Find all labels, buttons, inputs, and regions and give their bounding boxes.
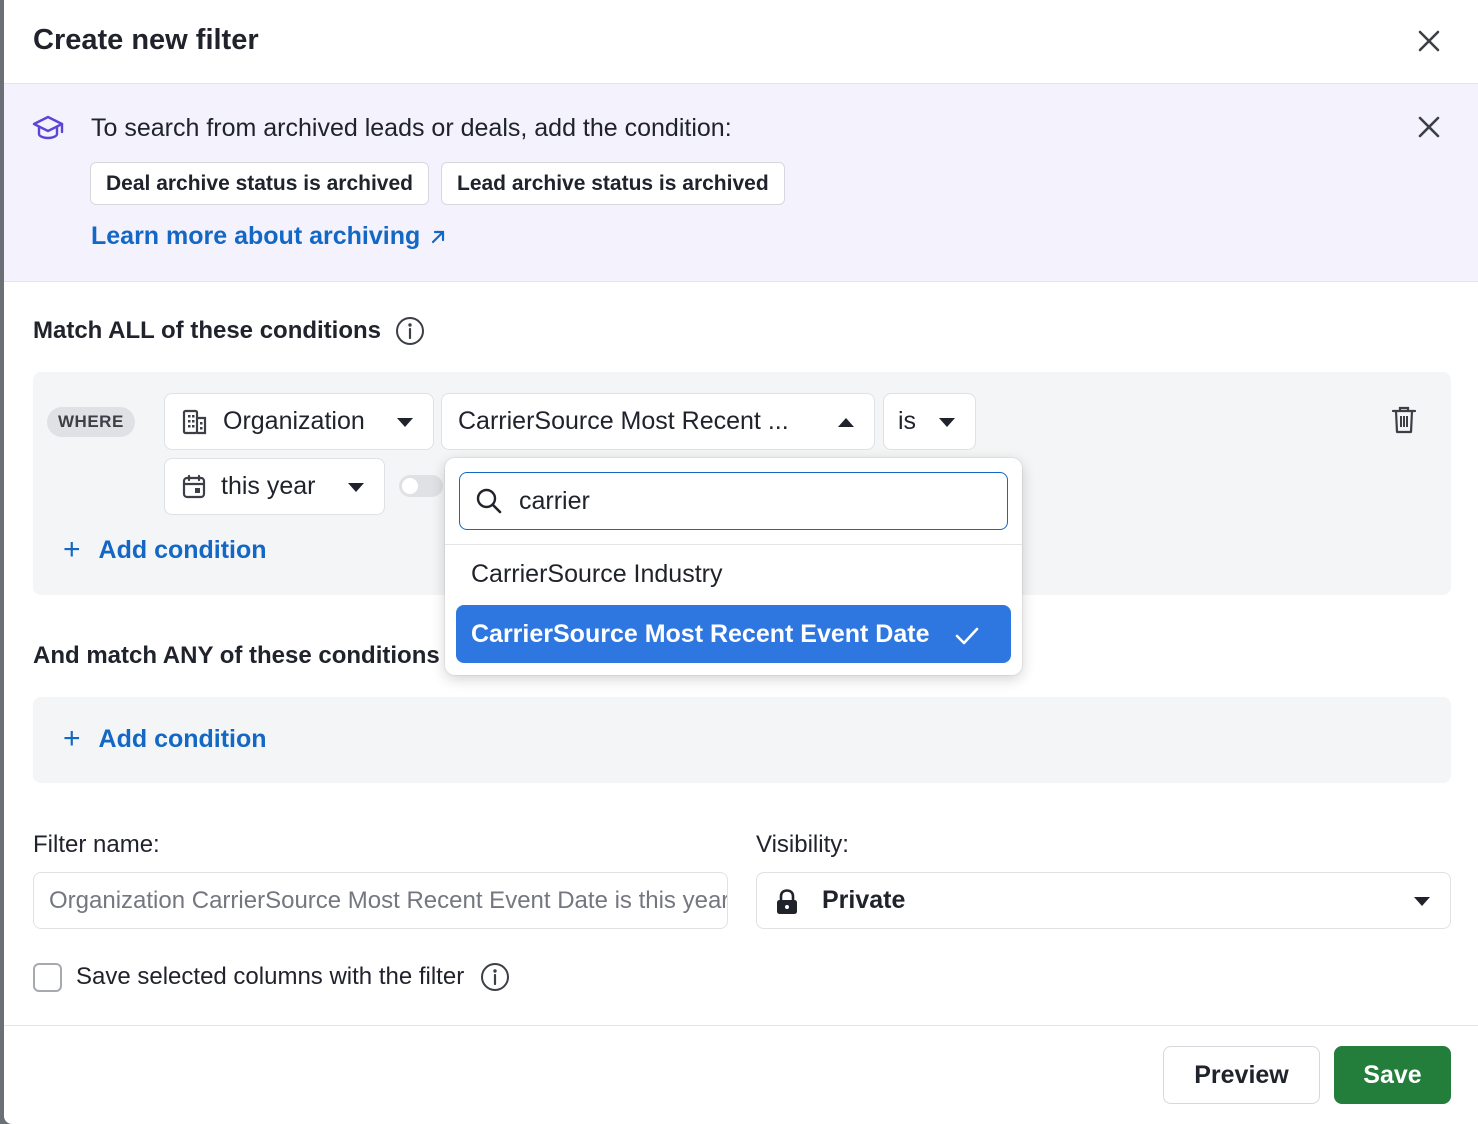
modal-title: Create new filter [33, 24, 259, 56]
add-any-condition-button[interactable]: + Add condition [63, 724, 267, 754]
field-dropdown: carrier CarrierSource Industry CarrierSo… [445, 458, 1022, 675]
graduation-cap-icon [32, 114, 64, 147]
save-columns-label: Save selected columns with the filter [76, 963, 465, 990]
date-value-select[interactable]: this year [164, 458, 385, 515]
chip-lead-archived[interactable]: Lead archive status is archived [441, 162, 785, 205]
operator-select-value: is [898, 407, 917, 435]
learn-archiving-label: Learn more about archiving [91, 222, 421, 250]
learn-archiving-link[interactable]: Learn more about archiving [91, 222, 446, 251]
external-link-icon [432, 230, 445, 243]
filter-name-input[interactable]: Organization CarrierSource Most Recent E… [33, 872, 728, 929]
save-columns-checkbox[interactable] [33, 963, 62, 992]
close-modal-button[interactable] [1409, 21, 1449, 61]
add-all-condition-button[interactable]: + Add condition [63, 535, 267, 565]
plus-icon: + [63, 533, 81, 566]
plus-icon: + [63, 722, 81, 755]
date-value-text: this year [221, 472, 316, 500]
dropdown-option-label: CarrierSource Most Recent Event Date [471, 619, 930, 648]
add-condition-label: Add condition [98, 724, 267, 753]
info-icon[interactable] [480, 962, 510, 992]
chevron-up-icon [838, 418, 854, 427]
close-icon [1418, 30, 1440, 52]
chevron-down-icon [1414, 897, 1430, 906]
dropdown-option[interactable]: CarrierSource Industry [456, 545, 1011, 603]
chevron-down-icon [939, 418, 955, 427]
filter-name-label: Filter name: [33, 831, 160, 858]
chevron-down-icon [397, 418, 413, 427]
visibility-select[interactable]: Private [756, 872, 1451, 929]
checkmark-icon [954, 624, 980, 653]
entity-select[interactable]: Organization [164, 393, 434, 450]
delete-condition-button[interactable] [1390, 405, 1418, 440]
info-icon[interactable] [395, 316, 425, 346]
visibility-value: Private [822, 886, 906, 914]
archive-info-banner: To search from archived leads or deals, … [4, 84, 1478, 282]
visibility-label: Visibility: [756, 831, 849, 858]
where-badge: WHERE [47, 407, 135, 437]
save-columns-row: Save selected columns with the filter [76, 962, 510, 992]
toggle-knob [402, 478, 418, 494]
condition-toggle[interactable] [399, 475, 443, 497]
field-search-input[interactable]: carrier [459, 472, 1008, 530]
search-icon [475, 487, 503, 515]
create-filter-modal: Create new filter To search from archive… [4, 0, 1478, 1124]
field-select[interactable]: CarrierSource Most Recent ... [441, 393, 875, 450]
close-banner-button[interactable] [1409, 107, 1449, 147]
calendar-icon [181, 474, 207, 500]
match-all-heading: Match ALL of these conditions [33, 316, 425, 346]
match-any-title: And match ANY of these conditions [33, 642, 440, 669]
dropdown-option-selected[interactable]: CarrierSource Most Recent Event Date [456, 605, 1011, 663]
any-conditions-box: + Add condition [33, 697, 1451, 783]
field-select-value: CarrierSource Most Recent ... [458, 407, 789, 435]
chip-deal-archived[interactable]: Deal archive status is archived [90, 162, 429, 205]
add-condition-label: Add condition [98, 535, 267, 564]
building-icon [181, 408, 209, 436]
modal-header: Create new filter [4, 0, 1478, 84]
entity-select-value: Organization [223, 407, 365, 435]
trash-icon [1391, 406, 1417, 434]
match-all-title: Match ALL of these conditions [33, 317, 382, 344]
operator-select[interactable]: is [883, 393, 976, 450]
field-search-value: carrier [519, 486, 590, 515]
lock-icon [775, 889, 799, 920]
modal-footer: Preview Save [4, 1025, 1478, 1124]
banner-message: To search from archived leads or deals, … [91, 114, 732, 142]
chevron-down-icon [348, 483, 364, 492]
match-any-heading: And match ANY of these conditions [33, 642, 440, 670]
close-icon [1418, 116, 1440, 138]
save-button[interactable]: Save [1334, 1046, 1451, 1104]
preview-button[interactable]: Preview [1163, 1046, 1320, 1104]
